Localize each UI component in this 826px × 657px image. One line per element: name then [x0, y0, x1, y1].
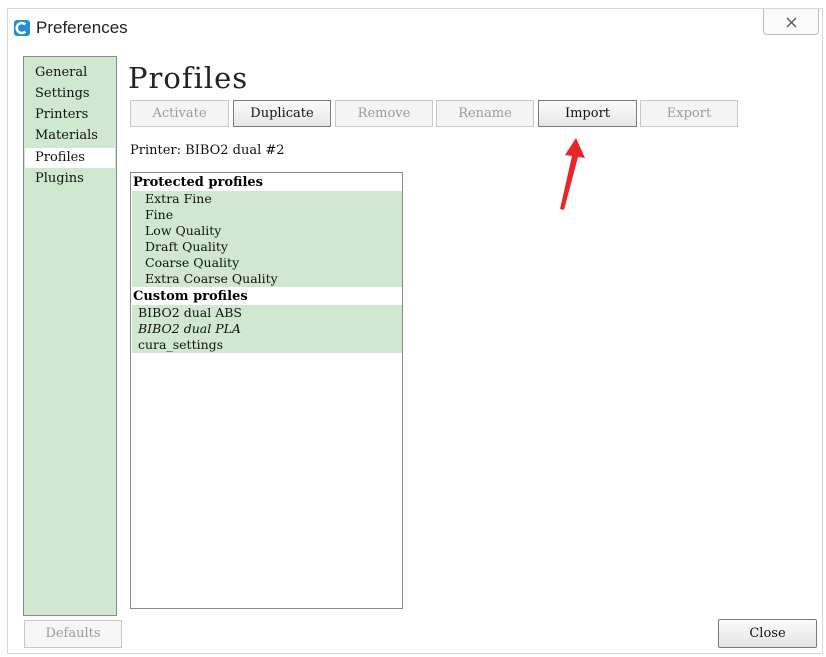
export-button[interactable]: Export — [640, 100, 738, 127]
cura-logo-icon — [14, 20, 30, 36]
rename-button[interactable]: Rename — [436, 100, 534, 127]
sidebar-item-general[interactable]: General — [25, 63, 115, 83]
sidebar-item-printers[interactable]: Printers — [25, 105, 115, 125]
activate-button[interactable]: Activate — [130, 100, 229, 127]
list-item[interactable]: Draft Quality — [132, 239, 402, 255]
window-close-button[interactable] — [763, 9, 819, 35]
preferences-sidebar: General Settings Printers Materials Prof… — [23, 56, 117, 616]
window-title: Preferences — [36, 18, 128, 37]
sidebar-item-plugins[interactable]: Plugins — [25, 169, 115, 189]
sidebar-item-settings[interactable]: Settings — [25, 84, 115, 104]
import-button[interactable]: Import — [538, 100, 637, 127]
list-item[interactable]: cura_settings — [132, 337, 402, 353]
printer-label: Printer: BIBO2 dual #2 — [130, 143, 285, 158]
sidebar-item-materials[interactable]: Materials — [25, 126, 115, 146]
close-x-icon — [786, 17, 797, 28]
preferences-dialog: Preferences General Settings Printers Ma… — [7, 8, 823, 654]
list-item[interactable]: Low Quality — [132, 223, 402, 239]
protected-profiles-header: Protected profiles — [133, 175, 263, 190]
list-item[interactable]: Extra Coarse Quality — [132, 271, 402, 287]
list-item[interactable]: BIBO2 dual PLA — [132, 321, 402, 337]
list-item[interactable]: BIBO2 dual ABS — [132, 305, 402, 321]
sidebar-item-profiles[interactable]: Profiles — [25, 148, 115, 168]
duplicate-button[interactable]: Duplicate — [233, 100, 331, 127]
list-item[interactable]: Coarse Quality — [132, 255, 402, 271]
page-title: Profiles — [128, 61, 249, 95]
close-button[interactable]: Close — [718, 619, 817, 648]
profile-list[interactable]: Protected profiles Extra Fine Fine Low Q… — [130, 172, 403, 609]
remove-button[interactable]: Remove — [335, 100, 433, 127]
defaults-button[interactable]: Defaults — [24, 620, 122, 648]
list-item[interactable]: Extra Fine — [132, 191, 402, 207]
title-bar: Preferences — [8, 9, 822, 47]
list-item[interactable]: Fine — [132, 207, 402, 223]
red-arrow-icon — [560, 138, 585, 210]
custom-profiles-header: Custom profiles — [133, 289, 248, 304]
